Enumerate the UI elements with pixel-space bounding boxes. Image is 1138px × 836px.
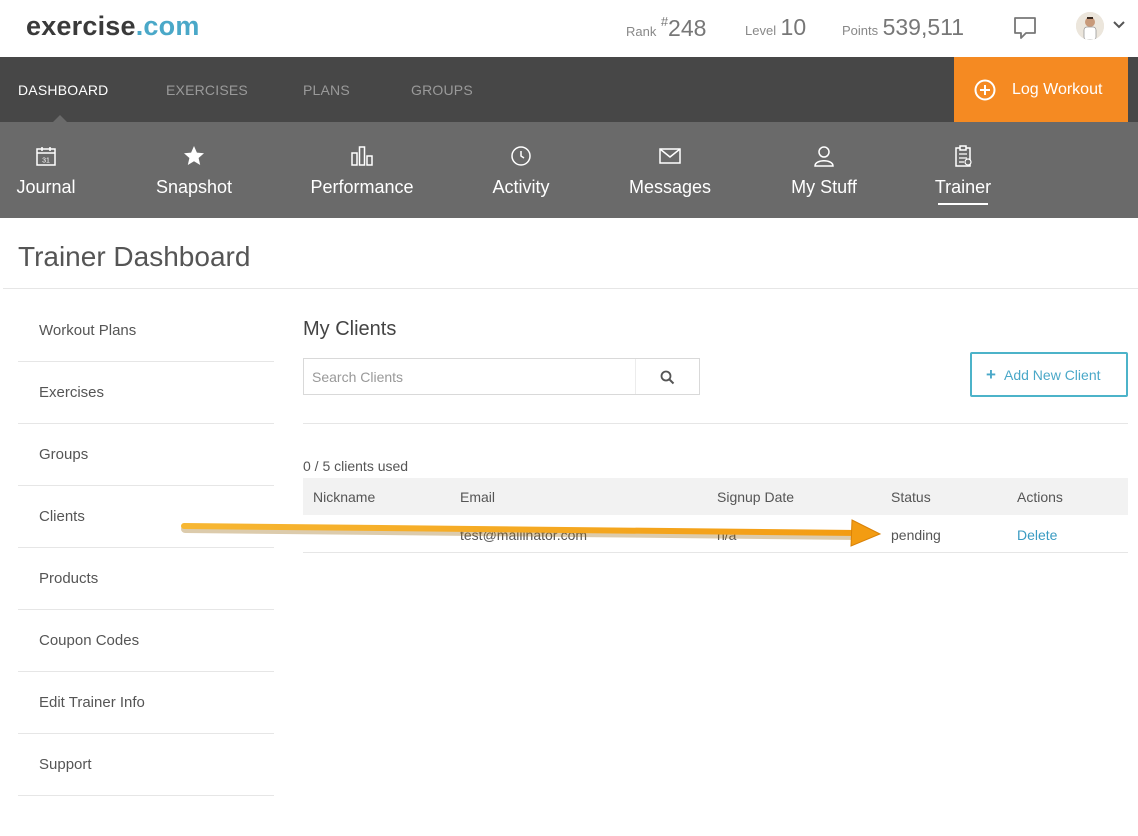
points-stat: Points 539,511 bbox=[842, 14, 964, 41]
rank-prefix: # bbox=[660, 14, 669, 29]
logo-text-main: exercise bbox=[26, 11, 136, 41]
sidebar-item-label: Workout Plans bbox=[39, 322, 137, 339]
column-header-actions: Actions bbox=[1017, 489, 1063, 505]
tab-trainer[interactable]: Trainer bbox=[928, 122, 998, 218]
tab-activity[interactable]: Activity bbox=[482, 122, 560, 218]
tab-label: Activity bbox=[492, 177, 550, 197]
sidebar-item-label: Products bbox=[39, 570, 99, 587]
avatar[interactable] bbox=[1076, 12, 1104, 40]
tab-label: My Stuff bbox=[791, 177, 857, 197]
sidebar-item-label: Exercises bbox=[39, 384, 105, 401]
tab-performance[interactable]: Performance bbox=[302, 122, 422, 218]
points-value: 539,511 bbox=[882, 14, 965, 40]
rank-value: 248 bbox=[668, 15, 707, 41]
delete-client-link[interactable]: Delete bbox=[1017, 527, 1057, 543]
tab-journal[interactable]: 31 Journal bbox=[6, 122, 86, 218]
sidebar-item-label: Support bbox=[39, 756, 92, 773]
sidebar-item-label: Groups bbox=[39, 446, 89, 463]
table-row: test@mailinator.com n/a pending Delete bbox=[303, 515, 1128, 553]
sidebar-item-groups[interactable]: Groups bbox=[18, 424, 274, 486]
user-icon bbox=[814, 146, 834, 167]
plus-circle-icon bbox=[974, 79, 996, 101]
rank-label: Rank bbox=[626, 24, 657, 39]
sidebar: Workout Plans Exercises Groups Clients P… bbox=[18, 300, 274, 796]
clock-icon bbox=[511, 146, 531, 166]
nav-plans[interactable]: PLANS bbox=[303, 82, 350, 98]
cell-email: test@mailinator.com bbox=[460, 527, 588, 543]
sidebar-item-products[interactable]: Products bbox=[18, 548, 274, 610]
column-header-email[interactable]: Email bbox=[460, 489, 495, 505]
column-header-nickname[interactable]: Nickname bbox=[313, 489, 375, 505]
clipboard-icon bbox=[955, 145, 972, 167]
divider bbox=[635, 359, 636, 394]
sidebar-item-exercises[interactable]: Exercises bbox=[18, 362, 274, 424]
page-title: Trainer Dashboard bbox=[18, 241, 251, 272]
tab-label: Snapshot bbox=[155, 177, 233, 197]
sidebar-item-edit-trainer-info[interactable]: Edit Trainer Info bbox=[18, 672, 274, 734]
tab-my-stuff[interactable]: My Stuff bbox=[780, 122, 868, 218]
tab-label: Performance bbox=[310, 177, 414, 197]
sidebar-item-coupon-codes[interactable]: Coupon Codes bbox=[18, 610, 274, 672]
points-label: Points bbox=[842, 23, 879, 38]
cell-status: pending bbox=[891, 527, 941, 543]
star-icon bbox=[184, 146, 204, 165]
level-stat: Level 10 bbox=[745, 14, 806, 41]
divider bbox=[3, 288, 1138, 289]
plus-icon: + bbox=[986, 365, 996, 384]
tab-label: Messages bbox=[628, 177, 712, 197]
log-workout-label: Log Workout bbox=[1012, 81, 1103, 98]
sidebar-item-workout-plans[interactable]: Workout Plans bbox=[18, 300, 274, 362]
avatar-image bbox=[1076, 12, 1104, 40]
top-header: exercise.com Rank #248 Level 10 Points 5… bbox=[0, 0, 1138, 57]
sidebar-item-clients[interactable]: Clients bbox=[18, 486, 274, 548]
calendar-day: 31 bbox=[42, 158, 50, 165]
divider bbox=[303, 423, 1128, 424]
logo-text-domain: .com bbox=[135, 11, 200, 41]
tab-label: Journal bbox=[16, 177, 76, 197]
search-icon[interactable] bbox=[660, 370, 675, 385]
envelope-icon bbox=[659, 148, 681, 164]
section-title: My Clients bbox=[303, 318, 397, 340]
level-label: Level bbox=[745, 23, 777, 38]
nav-exercises[interactable]: EXERCISES bbox=[166, 82, 248, 98]
active-tab-underline bbox=[938, 203, 988, 205]
logo[interactable]: exercise.com bbox=[26, 11, 200, 42]
sidebar-item-label: Edit Trainer Info bbox=[39, 694, 145, 711]
sidebar-item-support[interactable]: Support bbox=[18, 734, 274, 796]
client-usage-count: 0 / 5 clients used bbox=[303, 458, 409, 474]
secondary-nav: 31 Journal Snapshot Performance Activity… bbox=[0, 122, 1138, 218]
column-header-status[interactable]: Status bbox=[891, 489, 931, 505]
tab-messages[interactable]: Messages bbox=[622, 122, 718, 218]
rank-stat: Rank #248 bbox=[626, 14, 706, 42]
tab-snapshot[interactable]: Snapshot bbox=[146, 122, 242, 218]
add-new-client-label: Add New Client bbox=[1004, 367, 1101, 383]
search-box bbox=[303, 358, 700, 395]
chat-icon[interactable] bbox=[1012, 15, 1038, 41]
nav-dashboard[interactable]: DASHBOARD bbox=[18, 82, 108, 98]
column-header-signup-date[interactable]: Signup Date bbox=[717, 489, 794, 505]
nav-groups[interactable]: GROUPS bbox=[411, 82, 473, 98]
calendar-icon: 31 bbox=[36, 147, 56, 166]
chevron-down-icon[interactable] bbox=[1112, 18, 1126, 32]
active-nav-pointer bbox=[53, 115, 67, 122]
table-header: Nickname Email Signup Date Status Action… bbox=[303, 478, 1128, 515]
cell-signup-date: n/a bbox=[717, 527, 737, 543]
sidebar-item-label: Coupon Codes bbox=[39, 632, 140, 649]
search-input[interactable] bbox=[304, 359, 634, 394]
bar-chart-icon bbox=[351, 146, 373, 166]
add-new-client-button[interactable]: + Add New Client bbox=[970, 352, 1128, 397]
sidebar-item-label: Clients bbox=[39, 508, 85, 525]
log-workout-button[interactable]: Log Workout bbox=[954, 57, 1128, 122]
tab-label: Trainer bbox=[934, 177, 992, 197]
level-value: 10 bbox=[780, 14, 807, 40]
